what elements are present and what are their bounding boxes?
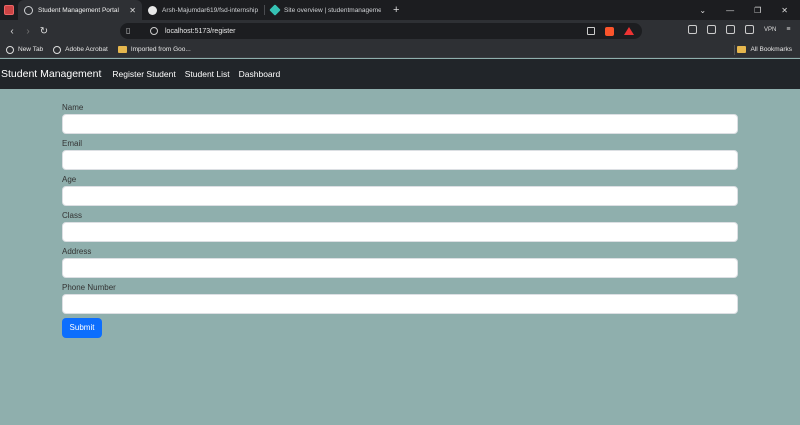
tab-title: Arsh-Majumdar619/fsd-internship [162,6,258,14]
nav-link-student-list[interactable]: Student List [185,69,230,79]
folder-icon [117,46,127,53]
phone-number-input[interactable] [62,294,738,314]
bookmark-adobe-acrobat[interactable]: Adobe Acrobat [53,45,108,54]
restore-icon[interactable]: ❐ [754,6,761,15]
globe-icon [24,5,33,15]
site-info-icon[interactable] [150,27,158,35]
close-tab-icon[interactable]: ✕ [129,6,136,15]
globe-icon [6,45,14,54]
brave-shields-icon[interactable] [605,26,614,36]
netlify-icon [269,4,281,16]
class-label: Class [62,211,83,220]
class-input[interactable] [62,222,738,242]
phone-number-label: Phone Number [62,283,116,292]
nav-link-register-student[interactable]: Register Student [112,69,175,79]
bookmarks-bar: New Tab Adobe Acrobat Imported from Goo.… [0,42,800,58]
github-icon [148,5,157,15]
window-controls: ⌄ — ❐ ✕ [699,6,800,15]
vpn-button[interactable]: VPN [764,27,776,33]
nav-link-dashboard[interactable]: Dashboard [239,69,281,79]
menu-icon[interactable]: ≡ [786,26,790,33]
address-label: Address [62,247,92,256]
globe-icon [53,45,62,54]
browser-toolbar: ‹ › ↻ ▯ localhost:5173/register VPN ≡ [0,20,800,42]
reload-icon[interactable]: ↻ [36,26,52,37]
tab-github-repo[interactable]: Arsh-Majumdar619/fsd-internship [142,0,264,20]
sidebar-icon[interactable] [707,25,716,34]
leo-ai-icon[interactable] [745,25,754,34]
register-student-form: Name Email Age Class Address Phone Numbe… [62,101,738,338]
tab-student-management-portal[interactable]: Student Management Portal ✕ [18,0,142,20]
bookmark-label: New Tab [18,46,44,53]
bookmarks-divider [734,45,735,55]
browser-tab-strip: Student Management Portal ✕ Arsh-Majumda… [0,0,800,20]
age-label: Age [62,175,77,184]
age-input[interactable] [62,186,738,206]
name-label: Name [62,103,84,112]
new-tab-icon[interactable]: + [393,4,399,16]
tab-title: Site overview | studentmanagement [284,6,381,14]
bookmark-imported-folder[interactable]: Imported from Goo... [117,46,191,53]
close-window-icon[interactable]: ✕ [781,6,788,15]
minimize-icon[interactable]: — [726,6,734,15]
bookmark-page-icon[interactable]: ▯ [126,26,130,35]
navbar-brand[interactable]: Student Management [1,68,101,80]
email-input[interactable] [62,150,738,170]
forward-icon[interactable]: › [20,26,36,37]
toolbar-actions: VPN ≡ [688,25,790,34]
tab-search-icon[interactable]: ⌄ [699,6,706,15]
back-icon[interactable]: ‹ [4,26,20,37]
all-bookmarks-label: All Bookmarks [750,46,792,53]
wallet-icon[interactable] [726,25,735,34]
share-icon[interactable] [587,27,595,35]
browser-app-icon[interactable] [0,0,18,20]
bookmark-label: Imported from Goo... [130,46,191,53]
tab-site-overview[interactable]: Site overview | studentmanagement [265,0,387,20]
name-input[interactable] [62,114,738,134]
url-text[interactable]: localhost:5173/register [165,28,235,35]
address-input[interactable] [62,258,738,278]
submit-button[interactable]: Submit [62,317,102,338]
extensions-icon[interactable] [688,25,697,34]
all-bookmarks-folder[interactable]: All Bookmarks [737,46,792,53]
bookmark-label: Adobe Acrobat [65,46,108,53]
bookmark-new-tab[interactable]: New Tab [6,45,44,54]
tab-title: Student Management Portal [38,6,119,14]
app-navbar: Student Management Register Student Stud… [0,59,800,89]
address-bar[interactable]: ▯ localhost:5173/register [120,23,642,39]
folder-icon [737,46,747,53]
email-label: Email [62,139,83,148]
brave-rewards-icon[interactable] [624,27,634,35]
